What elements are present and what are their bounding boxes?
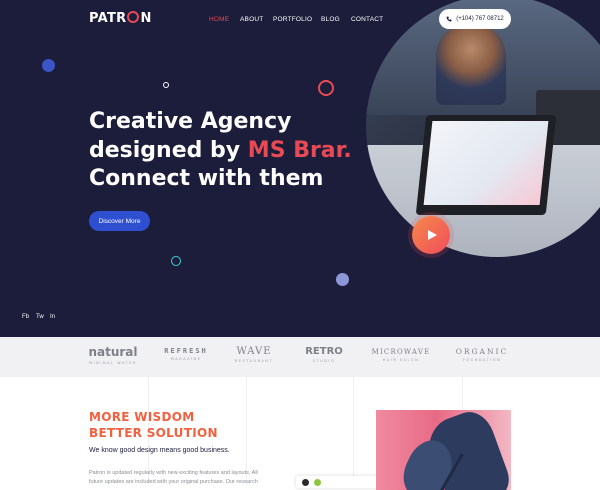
client-logos-strip: natural MINIMAL WATER REFRESH MAGAZINE W… [0,337,600,377]
brand-logo-microwave[interactable]: MICROWAVE HAIR SALON [372,348,431,362]
decor-ring-teal [171,256,181,266]
logo-text-end: N [140,11,152,26]
section-tagline: We know good design means good business. [89,447,230,454]
brand-name: REFRESH [164,347,208,355]
about-section: MORE WISDOM BETTER SOLUTION We know good… [0,377,600,490]
decor-dot-lavender [336,273,349,286]
grid-line [353,377,354,485]
brand-logo-wave[interactable]: WAVE RESTAURANT [235,346,273,363]
brand-subtitle: STUDIO [312,359,336,363]
social-facebook[interactable]: Fb [22,314,29,320]
site-logo[interactable]: PATR N [89,11,152,26]
social-twitter[interactable]: Tw [36,314,44,320]
section-title: MORE WISDOM BETTER SOLUTION [89,409,218,441]
headline-line-3: Connect with them [89,166,324,191]
brand-logo-organic[interactable]: ORGANIC FOUNDATION [456,347,508,362]
hero-headline: Creative Agency designed by MS Brar. Con… [89,108,352,194]
brand-name: MICROWAVE [371,348,431,356]
phone-number: (+104) 767 08712 [456,16,504,22]
phone-icon [446,16,452,22]
headline-line-2: designed by [89,137,248,163]
social-instagram[interactable]: In [50,314,55,320]
brand-name: ORGANIC [455,347,509,356]
nav-home[interactable]: HOME [209,16,229,23]
nav-about[interactable]: ABOUT [240,16,263,23]
decor-ring-small [163,82,169,88]
logo-text-start: PATR [89,11,127,26]
brand-logo-retro[interactable]: RETRO STUDIO [305,346,343,363]
section-paragraph: Patron is updated regularly with new exc… [89,470,258,485]
brand-subtitle: RESTAURANT [234,359,274,363]
hero-section: PATR N HOME ABOUT PORTFOLIO BLOG CONTACT … [0,0,600,337]
plant-image [376,410,511,490]
photo-person [436,25,506,105]
decor-ring-red [318,80,334,96]
headline-accent: MS Brar. [247,137,352,163]
discover-more-button[interactable]: Discover More [89,211,150,231]
play-video-button[interactable] [412,216,450,254]
brand-name: WAVE [236,346,272,357]
photo-laptop-screen [423,121,549,205]
nav-portfolio[interactable]: PORTFOLIO [273,16,312,23]
play-icon [427,230,437,240]
brand-logo-natural[interactable]: natural MINIMAL WATER [88,345,137,365]
headline-line-1: Creative Agency [89,109,292,134]
nav-contact[interactable]: CONTACT [351,16,383,23]
brand-subtitle: FOUNDATION [462,358,502,362]
hero-photo [366,0,600,257]
brand-name: RETRO [305,346,343,357]
decor-dot-blue [42,59,55,72]
brand-name: natural [88,345,138,359]
brand-subtitle: MAGAZINE [170,357,202,361]
section-title-line-2: BETTER SOLUTION [89,426,218,440]
brand-logo-refresh[interactable]: REFRESH MAGAZINE [164,347,208,361]
section-title-line-1: MORE WISDOM [89,410,195,424]
logo-o-ring [127,11,140,23]
phone-button[interactable]: (+104) 767 08712 [439,9,511,29]
brand-subtitle: HAIR SALON [382,358,420,362]
brand-subtitle: MINIMAL WATER [89,361,137,365]
nav-blog[interactable]: BLOG [321,16,340,23]
